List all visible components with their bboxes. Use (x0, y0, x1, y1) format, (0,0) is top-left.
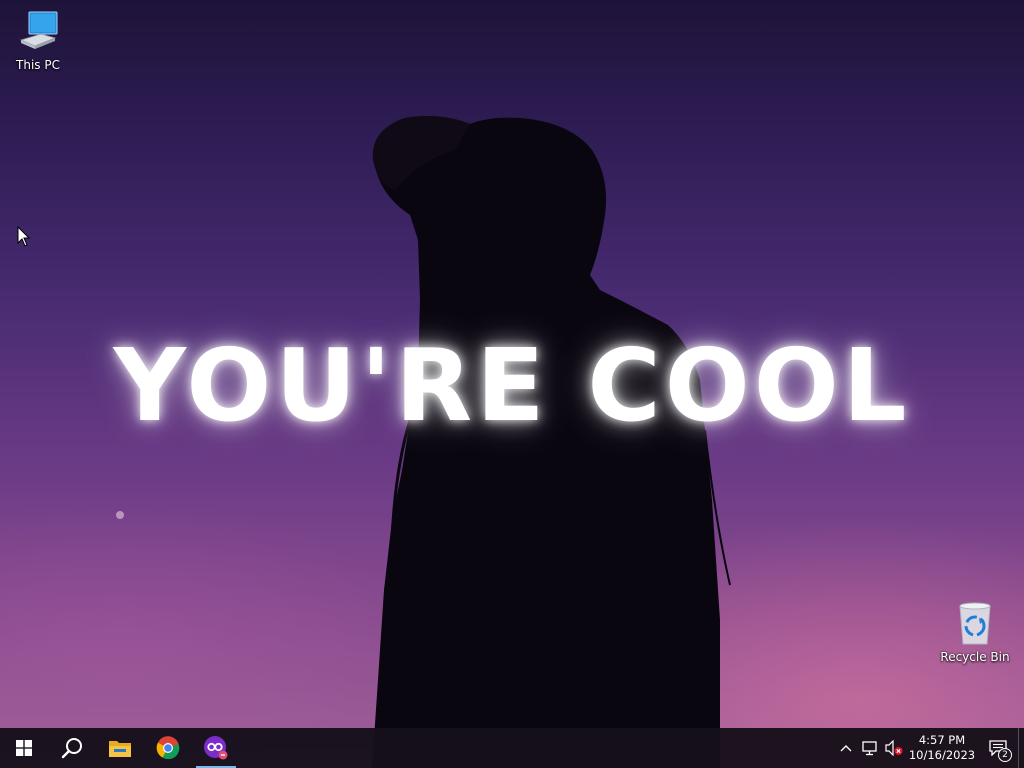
clock-date: 10/16/2023 (908, 748, 976, 762)
infinity-app-icon (204, 736, 228, 760)
mouse-pointer-icon (17, 226, 31, 247)
desktop[interactable]: YOU'RE COOL This PC Recycle Bin 4:57 PM … (0, 0, 1024, 768)
notification-count-badge: 2 (998, 748, 1012, 762)
desktop-icon-recycle-bin[interactable]: Recycle Bin (939, 600, 1011, 664)
taskbar: 4:57 PM 10/16/2023 2 (0, 728, 1024, 768)
volume-muted-icon (885, 740, 903, 756)
chrome-icon (156, 736, 180, 760)
action-center-button[interactable]: 2 (978, 728, 1018, 768)
desktop-icon-label: This PC (16, 58, 60, 72)
clock[interactable]: 4:57 PM 10/16/2023 (906, 728, 978, 768)
system-tray: 4:57 PM 10/16/2023 2 (834, 728, 1024, 768)
search-icon (61, 738, 82, 759)
taskbar-app-file-explorer[interactable] (96, 728, 144, 768)
search-button[interactable] (48, 728, 96, 768)
volume-button[interactable] (882, 728, 906, 768)
taskbar-app-active[interactable] (192, 728, 240, 768)
taskbar-app-chrome[interactable] (144, 728, 192, 768)
windows-logo-icon (16, 740, 32, 756)
folder-icon (109, 741, 131, 757)
chevron-up-icon (840, 745, 852, 752)
show-hidden-icons-button[interactable] (834, 728, 858, 768)
this-pc-icon (19, 11, 58, 49)
desktop-icon-label: Recycle Bin (940, 650, 1010, 664)
network-button[interactable] (858, 728, 882, 768)
clock-time: 4:57 PM (918, 733, 966, 747)
recycle-bin-icon (959, 602, 991, 645)
wallpaper-text: YOU'RE COOL (113, 326, 911, 444)
show-desktop-button[interactable] (1018, 728, 1024, 768)
start-button[interactable] (0, 728, 48, 768)
desktop-icon-this-pc[interactable]: This PC (2, 8, 74, 72)
network-disconnected-icon (862, 741, 877, 756)
